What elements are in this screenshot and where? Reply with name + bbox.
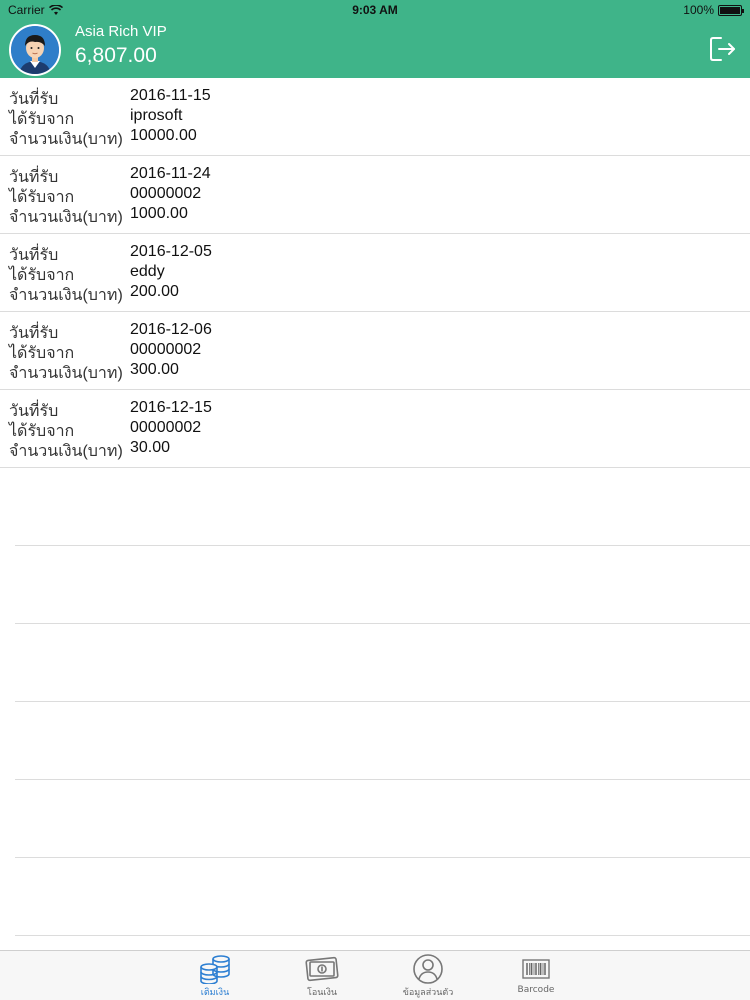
list-item[interactable]: วันที่รับ 2016-12-06 ได้รับจาก 00000002 จำ… — [0, 312, 750, 390]
tab-profile[interactable]: ข้อมูลส่วนตัว — [388, 951, 468, 1000]
tab-label: โอนเงิน — [306, 988, 337, 998]
amount-value: 200.00 — [130, 283, 179, 300]
amount-label: จำนวนเงิน(บาท) — [9, 209, 123, 226]
list-item[interactable]: วันที่รับ 2016-11-24 ได้รับจาก 00000002 จำ… — [0, 156, 750, 234]
empty-row — [15, 624, 750, 702]
barcode-icon — [522, 959, 550, 979]
account-balance: 6,807.00 — [75, 44, 157, 67]
transaction-list[interactable]: วันที่รับ 2016-11-15 ได้รับจาก iprosoft จำ… — [0, 78, 750, 936]
tab-bar: เติมเงิน โอนเงิน ข้อมูลส่วนตัว Barcode — [0, 950, 750, 1000]
tab-label: Barcode — [517, 985, 555, 995]
empty-row — [15, 858, 750, 936]
tab-topup[interactable]: เติมเงิน — [175, 951, 255, 1000]
list-item[interactable]: วันที่รับ 2016-12-15 ได้รับจาก 00000002 จำ… — [0, 390, 750, 468]
amount-label: จำนวนเงิน(บาท) — [9, 287, 123, 304]
header-bar: Carrier 9:03 AM 100% Asia Rich VIP 6,807 — [0, 0, 750, 78]
clock: 9:03 AM — [352, 3, 398, 17]
tab-label: ข้อมูลส่วนตัว — [402, 988, 454, 998]
empty-row — [15, 468, 750, 546]
tab-label: เติมเงิน — [200, 988, 230, 998]
user-avatar-icon — [11, 26, 59, 74]
amount-value: 10000.00 — [130, 127, 197, 144]
empty-row — [15, 546, 750, 624]
empty-row — [15, 780, 750, 858]
money-transfer-icon — [305, 956, 339, 982]
status-bar: Carrier 9:03 AM 100% — [0, 0, 750, 20]
amount-value: 30.00 — [130, 439, 171, 456]
amount-label: จำนวนเงิน(บาท) — [9, 443, 123, 460]
battery-percent: 100% — [683, 3, 714, 17]
tab-transfer[interactable]: โอนเงิน — [282, 951, 362, 1000]
coins-icon — [200, 955, 230, 984]
amount-value: 300.00 — [130, 361, 179, 378]
tab-barcode[interactable]: Barcode — [496, 951, 576, 1000]
amount-label: จำนวนเงิน(บาท) — [9, 365, 123, 382]
amount-value: 1000.00 — [130, 205, 188, 222]
battery-icon — [718, 4, 744, 16]
logout-icon[interactable] — [708, 34, 738, 64]
list-item[interactable]: วันที่รับ 2016-12-05 ได้รับจาก eddy จำนวนเ… — [0, 234, 750, 312]
avatar[interactable] — [9, 24, 61, 76]
profile-icon — [413, 954, 443, 984]
amount-label: จำนวนเงิน(บาท) — [9, 131, 123, 148]
account-name: Asia Rich VIP — [75, 23, 167, 40]
empty-row — [15, 702, 750, 780]
list-item[interactable]: วันที่รับ 2016-11-15 ได้รับจาก iprosoft จำ… — [0, 78, 750, 156]
